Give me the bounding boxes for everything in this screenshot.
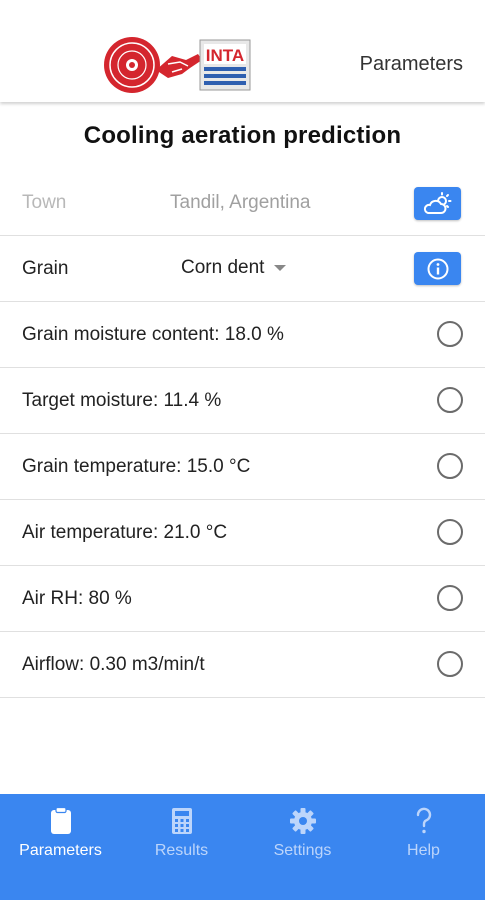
logo-text: INTA	[206, 46, 244, 65]
nav-parameters[interactable]: Parameters	[0, 794, 121, 900]
nav-help[interactable]: Help	[363, 794, 484, 900]
grain-info-button[interactable]	[414, 252, 461, 285]
parameter-row[interactable]: Air temperature: 21.0 °C	[0, 500, 485, 566]
top-app-bar: INTA Parameters	[0, 0, 485, 102]
question-icon	[416, 807, 431, 834]
grain-selected-value: Corn dent	[181, 257, 265, 278]
grain-row: Grain Corn dent	[0, 236, 485, 302]
calculator-icon	[171, 808, 192, 834]
app-bar-title: Parameters	[359, 53, 463, 75]
info-icon	[427, 258, 448, 279]
town-value[interactable]: Tandil, Argentina	[170, 192, 311, 214]
nav-label: Parameters	[19, 842, 102, 859]
weather-button[interactable]	[414, 187, 461, 220]
grain-label: Grain	[22, 258, 69, 279]
parameter-label: Grain temperature: 15.0 °C	[22, 456, 251, 477]
parameter-label: Grain moisture content: 18.0 %	[22, 324, 284, 345]
parameter-label: Airflow: 0.30 m3/min/t	[22, 654, 205, 675]
parameter-label: Air RH: 80 %	[22, 588, 132, 609]
parameter-radio[interactable]	[437, 453, 463, 479]
dropdown-caret-icon	[274, 264, 287, 271]
parameter-row[interactable]: Grain moisture content: 18.0 %	[0, 302, 485, 368]
parameter-row[interactable]: Airflow: 0.30 m3/min/t	[0, 632, 485, 698]
gear-icon	[289, 808, 316, 834]
weather-icon	[423, 191, 451, 214]
parameter-radio[interactable]	[437, 387, 463, 413]
nav-settings[interactable]: Settings	[242, 794, 363, 900]
parameter-radio[interactable]	[437, 585, 463, 611]
page-title: Cooling aeration prediction	[83, 122, 402, 149]
parameter-row[interactable]: Grain temperature: 15.0 °C	[0, 434, 485, 500]
parameter-radio[interactable]	[437, 321, 463, 347]
parameter-label: Air temperature: 21.0 °C	[22, 522, 228, 543]
nav-label: Settings	[273, 842, 332, 859]
town-label: Town	[22, 192, 67, 213]
clipboard-icon	[50, 807, 71, 834]
nav-label: Help	[407, 842, 440, 859]
parameter-label: Target moisture: 11.4 %	[22, 390, 222, 411]
town-row: Town Tandil, Argentina	[0, 170, 485, 236]
parameter-row[interactable]: Air RH: 80 %	[0, 566, 485, 632]
nav-results[interactable]: Results	[121, 794, 242, 900]
parameter-radio[interactable]	[437, 519, 463, 545]
parameter-radio[interactable]	[437, 651, 463, 677]
parameter-row[interactable]: Target moisture: 11.4 %	[0, 368, 485, 434]
inta-logo: INTA	[104, 37, 251, 93]
bottom-navigation: Parameters Results Settings Help	[0, 794, 485, 900]
nav-label: Results	[154, 842, 209, 859]
grain-select[interactable]: Corn dent	[181, 257, 287, 279]
